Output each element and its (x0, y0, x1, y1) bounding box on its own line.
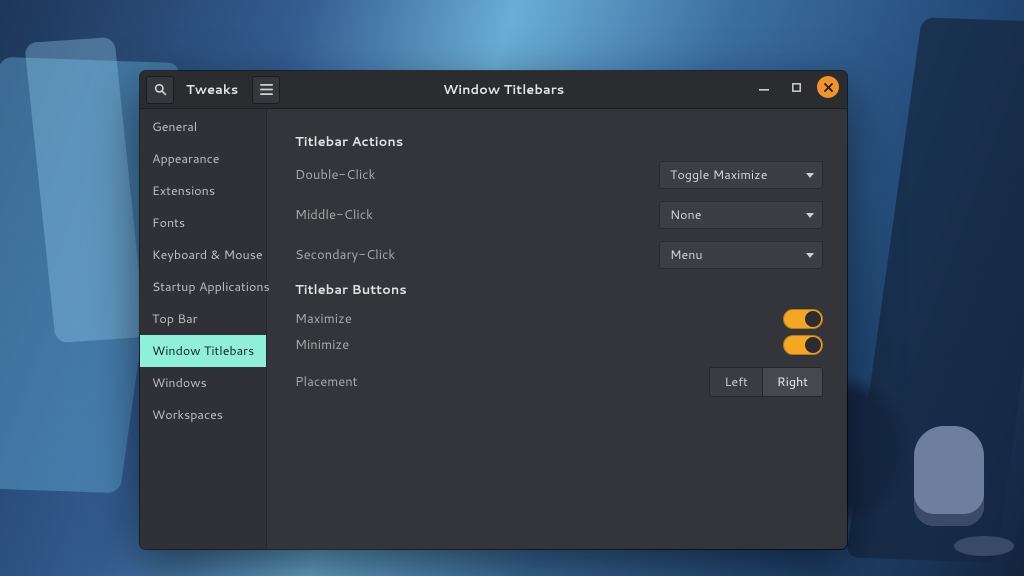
section-title-actions: Titlebar Actions (295, 133, 823, 151)
sidebar-item-label: Appearance (152, 150, 220, 168)
row-label: Minimize (295, 336, 349, 354)
minimize-icon (759, 82, 769, 92)
tweaks-window: Tweaks Window Titlebars General Appeara (140, 71, 847, 549)
dropdown-value: Menu (670, 246, 703, 264)
sidebar-item-label: General (152, 118, 197, 136)
switch-knob (805, 337, 821, 353)
dropdown-value: Toggle Maximize (670, 166, 767, 184)
sidebar: General Appearance Extensions Fonts Keyb… (140, 109, 267, 549)
sidebar-item-fonts[interactable]: Fonts (140, 207, 266, 239)
switch-maximize[interactable] (783, 309, 823, 329)
sidebar-item-general[interactable]: General (140, 111, 266, 143)
dropdown-value: None (670, 206, 701, 224)
titlebar: Tweaks Window Titlebars (140, 71, 847, 109)
sidebar-item-window-titlebars[interactable]: Window Titlebars (140, 335, 266, 367)
window-minimize-button[interactable] (753, 76, 775, 98)
sidebar-item-appearance[interactable]: Appearance (140, 143, 266, 175)
sidebar-item-label: Window Titlebars (152, 342, 254, 360)
sidebar-item-label: Extensions (152, 182, 215, 200)
titlebar-left: Tweaks (140, 76, 280, 104)
window-close-button[interactable] (817, 76, 839, 98)
switch-minimize[interactable] (783, 335, 823, 355)
row-label: Maximize (295, 310, 352, 328)
sidebar-item-keyboard-mouse[interactable]: Keyboard & Mouse (140, 239, 266, 271)
row-maximize: Maximize (295, 309, 823, 329)
sidebar-item-windows[interactable]: Windows (140, 367, 266, 399)
sidebar-item-label: Windows (152, 374, 207, 392)
row-label: Secondary-Click (295, 246, 395, 264)
close-icon (824, 83, 833, 92)
sidebar-item-label: Startup Applications (152, 278, 270, 296)
maximize-restore-icon (792, 83, 801, 92)
chevron-down-icon (806, 173, 814, 178)
sidebar-item-label: Fonts (152, 214, 185, 232)
sidebar-item-label: Top Bar (152, 310, 197, 328)
window-maximize-button[interactable] (785, 76, 807, 98)
sidebar-item-extensions[interactable]: Extensions (140, 175, 266, 207)
search-button[interactable] (146, 76, 174, 104)
chevron-down-icon (806, 253, 814, 258)
switch-knob (805, 311, 821, 327)
window-controls (753, 76, 839, 98)
row-middle-click: Middle-Click None (295, 201, 823, 229)
window-body: General Appearance Extensions Fonts Keyb… (140, 109, 847, 549)
segmented-placement: Left Right (709, 367, 823, 397)
search-icon (154, 83, 167, 96)
dropdown-middle-click[interactable]: None (659, 201, 823, 229)
row-secondary-click: Secondary-Click Menu (295, 241, 823, 269)
dropdown-secondary-click[interactable]: Menu (659, 241, 823, 269)
section-title-buttons: Titlebar Buttons (295, 281, 823, 299)
chevron-down-icon (806, 213, 814, 218)
row-label: Middle-Click (295, 206, 373, 224)
sidebar-item-workspaces[interactable]: Workspaces (140, 399, 266, 431)
content-pane: Titlebar Actions Double-Click Toggle Max… (267, 109, 847, 549)
placement-option-right[interactable]: Right (762, 368, 822, 396)
sidebar-item-top-bar[interactable]: Top Bar (140, 303, 266, 335)
row-double-click: Double-Click Toggle Maximize (295, 161, 823, 189)
wallpaper-robot (914, 426, 984, 526)
row-placement: Placement Left Right (295, 367, 823, 397)
sidebar-item-label: Workspaces (152, 406, 223, 424)
row-label: Double-Click (295, 166, 375, 184)
placement-option-left[interactable]: Left (710, 368, 761, 396)
row-minimize: Minimize (295, 335, 823, 355)
hamburger-menu-button[interactable] (252, 76, 280, 104)
row-label: Placement (295, 373, 358, 391)
sidebar-item-startup-applications[interactable]: Startup Applications (140, 271, 266, 303)
app-title: Tweaks (174, 81, 252, 99)
dropdown-double-click[interactable]: Toggle Maximize (659, 161, 823, 189)
hamburger-icon (260, 84, 273, 95)
sidebar-item-label: Keyboard & Mouse (152, 246, 263, 264)
